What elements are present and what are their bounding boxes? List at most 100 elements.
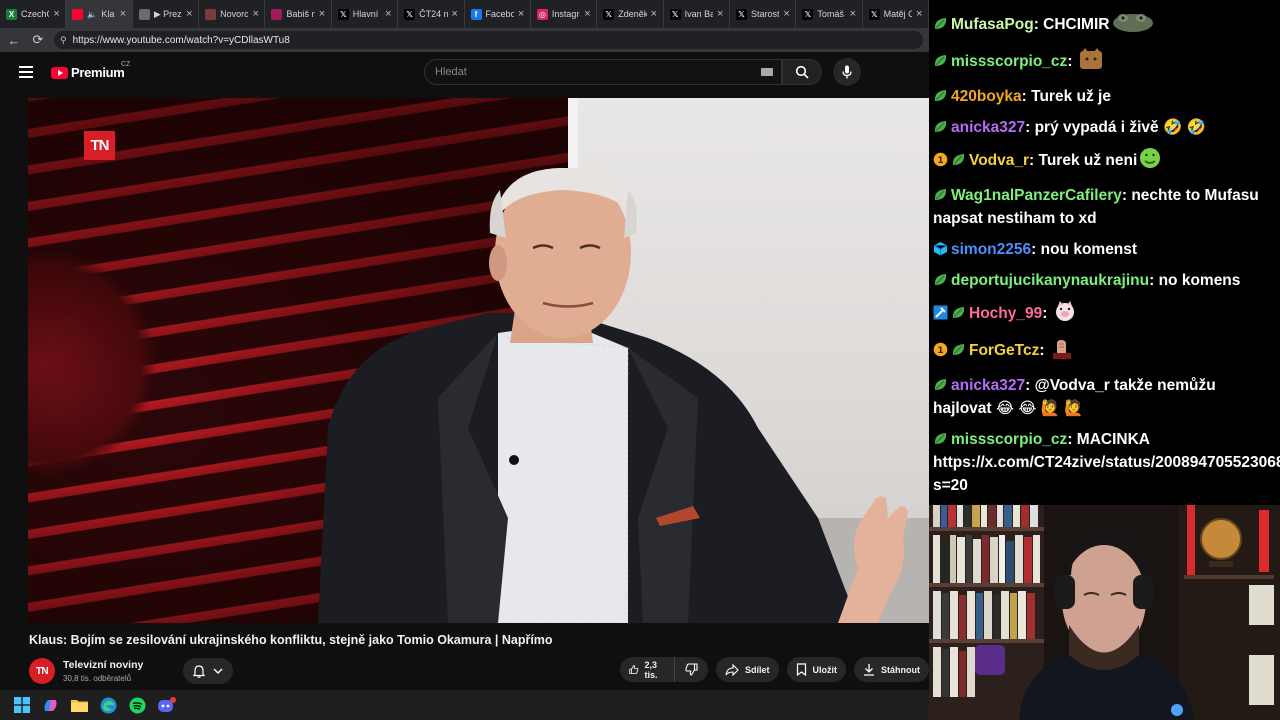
chat-username[interactable]: Wag1nalPanzerCafilery [951, 187, 1122, 204]
x-icon: 𝕏 [337, 8, 349, 20]
tab-title: Hlavní s [352, 9, 381, 19]
close-tab-icon[interactable]: × [53, 8, 61, 20]
browser-tab[interactable]: Novoro × [199, 0, 266, 28]
browser-tab[interactable]: ◎Instagra × [531, 0, 598, 28]
chat-username[interactable]: anicka327 [951, 119, 1025, 136]
channel-avatar[interactable]: TN [29, 658, 55, 684]
like-button[interactable]: 2,3 tis. [620, 657, 675, 682]
notification-button[interactable] [183, 658, 234, 684]
close-tab-icon[interactable]: × [518, 8, 526, 20]
edge-icon[interactable] [99, 696, 118, 715]
download-button[interactable]: Stáhnout [854, 657, 929, 682]
webcam-scene [929, 505, 1280, 720]
leaf-badge-icon [933, 271, 948, 286]
close-tab-icon[interactable]: × [584, 8, 592, 20]
chat-username[interactable]: 420boyka [951, 88, 1022, 105]
browser-tab[interactable]: f Facebo × [465, 0, 531, 28]
tab-title: Starosta [750, 9, 780, 19]
close-tab-icon[interactable]: × [186, 8, 194, 20]
x-icon: 𝕏 [669, 8, 681, 20]
stream-chat: MufasaPog: MufasaPog: CHCIMIR missscorpio… [929, 0, 1280, 505]
keyboard-icon[interactable] [761, 68, 773, 76]
chat-username[interactable]: Hochy_99 [969, 305, 1042, 322]
dislike-button[interactable] [675, 657, 708, 682]
copilot-icon[interactable] [41, 696, 60, 715]
video-title: Klaus: Bojím se zesilování ukrajinského … [29, 633, 553, 647]
chat-message: simon2256: nou komenst [933, 238, 1276, 261]
browser-tab[interactable]: X CzechC × [0, 0, 67, 28]
youtube-masthead: Premium CZ Hledat [0, 52, 929, 98]
close-tab-icon[interactable]: × [717, 8, 725, 20]
tab-title: Facebo [485, 9, 514, 19]
chat-text: Turek už neni [1038, 152, 1138, 169]
channel-name[interactable]: Televizní noviny [63, 659, 143, 671]
windows-start-icon[interactable] [12, 696, 31, 715]
close-tab-icon[interactable]: × [252, 8, 260, 20]
save-button[interactable]: Uložit [786, 657, 846, 682]
search-input[interactable]: Hledat [424, 59, 782, 85]
chat-username[interactable]: Vodva_r [969, 152, 1029, 169]
chat-username[interactable]: simon2256 [951, 241, 1031, 258]
site-info-icon[interactable]: ⚲ [60, 35, 67, 46]
chat-username[interactable]: missscorpio_cz [951, 431, 1067, 448]
back-icon[interactable]: ← [6, 33, 22, 48]
close-tab-icon[interactable]: × [385, 8, 393, 20]
discord-icon[interactable] [157, 696, 176, 715]
youtube-logo[interactable]: Premium CZ [51, 61, 130, 80]
close-tab-icon[interactable]: × [452, 8, 460, 20]
tab-title: ▶ Prezi [153, 8, 183, 19]
file-explorer-icon[interactable] [70, 696, 89, 715]
browser-tab[interactable]: 𝕏Starosta× [730, 0, 797, 28]
close-tab-icon[interactable]: × [120, 8, 128, 20]
leaf-badge-icon [933, 376, 948, 391]
chat-username[interactable]: ForGeTcz [969, 342, 1039, 359]
chat-username[interactable]: anicka327 [951, 377, 1025, 394]
bell-icon [193, 664, 206, 678]
reload-icon[interactable]: ⟳ [30, 32, 46, 48]
news-icon [205, 8, 217, 20]
voice-search-button[interactable] [833, 58, 861, 86]
tab-title: Ivan Bar [684, 9, 713, 19]
coin-badge-icon: 1 [933, 151, 948, 167]
browser-tab[interactable]: 𝕏 Zdeněk × [597, 0, 664, 28]
chat-separator: : [1149, 272, 1159, 289]
browser-tab[interactable]: Babiš na × [265, 0, 332, 28]
menu-icon[interactable] [19, 66, 33, 78]
url-field[interactable]: ⚲ https://www.youtube.com/watch?v=yCDlla… [54, 31, 923, 49]
browser-tab[interactable]: 𝕏 Matěj C × [863, 0, 930, 28]
streamer [1019, 528, 1194, 720]
search-button[interactable] [782, 59, 822, 85]
webcam-overlay [929, 505, 1280, 720]
browser-tab[interactable]: 𝕏Hlavní s × [332, 0, 399, 28]
chat-message: Hochy_99: [933, 300, 1276, 329]
chat-message: missscorpio_cz: [933, 48, 1276, 77]
chat-username[interactable]: missscorpio_cz [951, 53, 1067, 70]
close-tab-icon[interactable]: × [783, 8, 791, 20]
close-tab-icon[interactable]: × [651, 8, 659, 20]
youtube-icon [72, 8, 84, 20]
close-tab-icon[interactable]: × [319, 8, 327, 20]
browser-tab[interactable]: 𝕏ČT24 na × [398, 0, 465, 28]
browser-tab[interactable]: 🔈 Kla × [66, 0, 133, 28]
browser-tab[interactable]: ▶ Prezi × [133, 0, 200, 28]
chat-username[interactable]: deportujucikanynaukrajinu [951, 272, 1149, 289]
close-tab-icon[interactable]: × [850, 8, 858, 20]
spotify-icon[interactable] [128, 696, 147, 715]
cube-badge-icon [933, 240, 948, 256]
browser-tab[interactable]: 𝕏Ivan Bar × [664, 0, 730, 28]
speaker-icon[interactable]: 🔈 [87, 10, 97, 19]
chat-separator: : [1067, 53, 1077, 70]
chat-message: deportujucikanynaukrajinu: no komens [933, 269, 1276, 292]
video-player[interactable]: TN [28, 98, 929, 623]
search-placeholder: Hledat [435, 66, 467, 78]
chat-message: MufasaPog: [933, 0, 1276, 3]
browser-tab[interactable]: 𝕏Tomáš J × [796, 0, 863, 28]
tab-title: Novoro [220, 9, 249, 19]
chat-username[interactable]: MufasaPog [951, 16, 1034, 33]
close-tab-icon[interactable]: × [916, 8, 924, 20]
like-dislike-group: 2,3 tis. [620, 657, 708, 682]
facebook-icon: f [470, 8, 482, 20]
tab-title: Instagra [551, 9, 580, 19]
share-button[interactable]: Sdílet [715, 657, 779, 682]
page-icon [138, 8, 150, 20]
